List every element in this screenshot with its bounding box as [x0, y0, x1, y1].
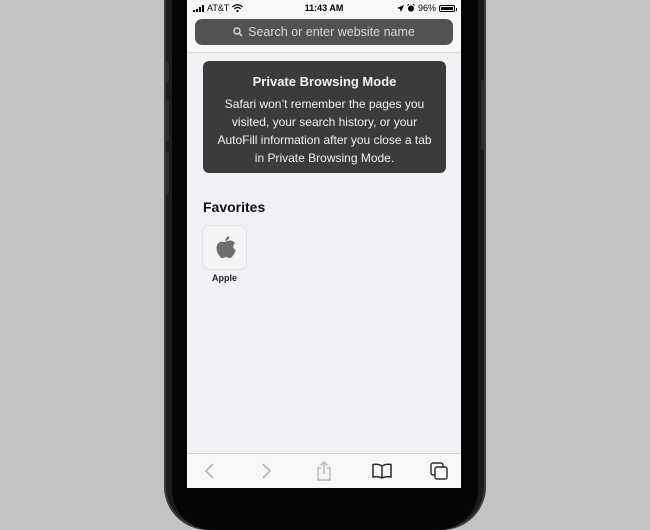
tabs-button[interactable] — [427, 460, 451, 482]
bookmarks-button[interactable] — [370, 460, 394, 482]
battery-icon — [439, 4, 457, 12]
alarm-icon — [407, 4, 415, 12]
private-browsing-title: Private Browsing Mode — [252, 74, 397, 89]
forward-icon — [262, 463, 272, 479]
volume-down-button — [166, 152, 169, 194]
volume-up-button — [166, 100, 169, 142]
battery-percent: 96% — [417, 3, 436, 13]
address-bar-container: Search or enter website name — [187, 16, 461, 53]
apple-logo-icon — [215, 235, 236, 258]
forward-button[interactable] — [254, 460, 278, 482]
tabs-icon — [429, 462, 448, 480]
search-icon — [233, 27, 243, 37]
share-icon — [317, 461, 331, 481]
phone-screen: AT&T 11:43 AM 96% Search or enter websit… — [187, 0, 461, 488]
share-button[interactable] — [312, 460, 336, 482]
favorites-heading: Favorites — [203, 199, 266, 215]
private-browsing-description: Safari won’t remember the pages you visi… — [217, 97, 432, 165]
favorite-apple-label[interactable]: Apple — [197, 273, 252, 283]
battery-fill — [441, 6, 453, 10]
power-button — [481, 80, 484, 150]
favorite-apple-tile[interactable] — [203, 226, 246, 269]
back-icon — [204, 463, 214, 479]
private-browsing-notice: Private Browsing Mode Safari won’t remem… — [203, 61, 446, 173]
status-bar: AT&T 11:43 AM 96% — [187, 0, 461, 16]
location-icon — [396, 4, 404, 12]
address-bar-placeholder: Search or enter website name — [248, 25, 415, 39]
status-right: 96% — [396, 3, 457, 13]
bottom-toolbar — [187, 453, 461, 488]
silent-switch — [166, 62, 169, 82]
bookmarks-icon — [372, 463, 392, 479]
back-button[interactable] — [198, 460, 222, 482]
address-bar[interactable]: Search or enter website name — [195, 19, 453, 45]
